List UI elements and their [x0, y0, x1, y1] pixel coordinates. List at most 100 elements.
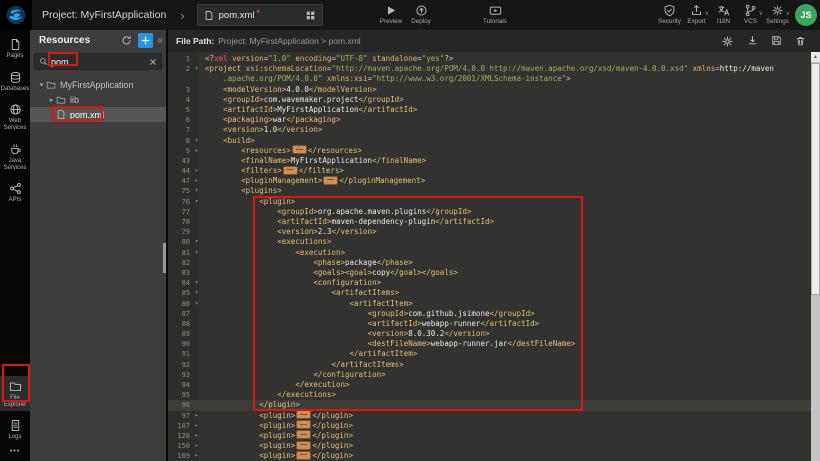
- folded-code-badge[interactable]: [296, 430, 311, 439]
- code-line-2[interactable]: 2▾<project xsi:schemaLocation="http://ma…: [168, 64, 811, 74]
- fold-closed-icon[interactable]: ▸: [192, 146, 201, 156]
- fold-open-icon[interactable]: ▾: [192, 237, 201, 247]
- caret-closed-icon[interactable]: ▸: [47, 96, 56, 104]
- more-options-button[interactable]: •••: [10, 448, 20, 455]
- preview-button[interactable]: Preview: [376, 3, 406, 25]
- fold-open-icon[interactable]: ▾: [192, 288, 201, 298]
- code-line-9[interactable]: 9▸ <resources></resources>: [168, 146, 811, 156]
- folded-code-badge[interactable]: [296, 420, 311, 429]
- code-line-79[interactable]: 79 <version>2.3</version>: [168, 227, 811, 237]
- code-line-77[interactable]: 77 <groupId>org.apache.maven.plugins</gr…: [168, 207, 811, 217]
- code-line-95[interactable]: 95 </executions>: [168, 390, 811, 400]
- add-resource-button[interactable]: [138, 33, 153, 48]
- vcs-button[interactable]: ∨VCS: [737, 3, 764, 25]
- code-line-107[interactable]: 107▸ <plugin></plugin>: [168, 421, 811, 431]
- fold-open-icon[interactable]: ▾: [192, 136, 201, 146]
- fold-closed-icon[interactable]: ▸: [192, 411, 201, 421]
- code-area[interactable]: 1<?xml version="1.0" encoding="UTF-8" st…: [168, 52, 811, 461]
- editor-scrollbar[interactable]: ▲: [811, 52, 820, 461]
- chevron-down-icon[interactable]: ∨: [759, 11, 763, 17]
- code-line-97[interactable]: 97▸ <plugin></plugin>: [168, 411, 811, 421]
- code-line-7[interactable]: 7 <version>1.0</version>: [168, 125, 811, 135]
- caret-open-icon[interactable]: ▾: [37, 81, 46, 89]
- clear-search-icon[interactable]: [149, 58, 157, 66]
- scroll-up-icon[interactable]: ▲: [811, 52, 820, 62]
- folded-code-badge[interactable]: [292, 145, 307, 154]
- code-line-80[interactable]: 80▾ <executions>: [168, 237, 811, 247]
- code-line-83[interactable]: 83 <goals><goal>copy</goal></goals>: [168, 268, 811, 278]
- sidebar-item-pages[interactable]: Pages: [0, 34, 30, 63]
- fold-open-icon[interactable]: ▾: [192, 299, 201, 309]
- fold-closed-icon[interactable]: ▸: [192, 176, 201, 186]
- code-line-89[interactable]: 89 <version>8.0.30.2</version>: [168, 329, 811, 339]
- code-line-88[interactable]: 88 <artifactId>webapp-runner</artifactId…: [168, 319, 811, 329]
- deploy-button[interactable]: Deploy: [406, 3, 436, 25]
- grid-view-icon[interactable]: [305, 10, 316, 21]
- sidebar-item-apis[interactable]: APIs: [0, 178, 30, 207]
- export-button[interactable]: ∨Export: [683, 3, 710, 25]
- settings-icon[interactable]: [721, 35, 734, 48]
- save-icon[interactable]: [771, 35, 782, 48]
- resources-search-input[interactable]: pom: [34, 53, 162, 70]
- folded-code-badge[interactable]: [323, 176, 338, 185]
- panel-resize-handle[interactable]: [163, 243, 166, 273]
- code-line-5[interactable]: 5 <artifactId>MyFirstApplication</artifa…: [168, 105, 811, 115]
- code-line-78[interactable]: 78 <artifactId>maven-dependency-plugin</…: [168, 217, 811, 227]
- code-line-8[interactable]: 8▾ <build>: [168, 136, 811, 146]
- code-line-4[interactable]: 4 <groupId>com.wavemaker.project</groupI…: [168, 95, 811, 105]
- project-name[interactable]: Project: MyFirstApplication: [42, 9, 166, 21]
- code-line-47[interactable]: 47▸ <pluginManagement></pluginManagement…: [168, 176, 811, 186]
- code-line-3[interactable]: 3 <modelVersion>4.0.0</modelVersion>: [168, 85, 811, 95]
- folded-code-badge[interactable]: [296, 410, 311, 419]
- code-line-87[interactable]: 87 <groupId>com.github.jsimone</groupId>: [168, 309, 811, 319]
- code-line-81[interactable]: 81▾ <execution>: [168, 248, 811, 258]
- security-button[interactable]: Security: [656, 3, 683, 25]
- chevron-down-icon[interactable]: ∨: [786, 11, 790, 17]
- sidebar-item-file-explorer[interactable]: File Explorer: [0, 376, 30, 411]
- code-line-75[interactable]: 75▾ <plugins>: [168, 186, 811, 196]
- tab-pom-xml[interactable]: pom.xml *: [197, 4, 323, 26]
- code-line-93[interactable]: 93 </configuration>: [168, 370, 811, 380]
- delete-icon[interactable]: [795, 35, 806, 48]
- folded-code-badge[interactable]: [296, 441, 311, 450]
- tutorials-button[interactable]: Tutorials: [480, 3, 510, 25]
- folded-code-badge[interactable]: [296, 451, 311, 460]
- fold-open-icon[interactable]: ▾: [192, 64, 201, 74]
- user-avatar[interactable]: JS: [795, 4, 817, 26]
- fold-open-icon[interactable]: ▾: [192, 248, 201, 258]
- sidebar-item-databases[interactable]: Databases: [0, 67, 30, 96]
- fold-closed-icon[interactable]: ▸: [192, 421, 201, 431]
- code-line-150[interactable]: 150▸ <plugin></plugin>: [168, 441, 811, 451]
- code-line-90[interactable]: 90 <destFileName>webapp-runner.jar</dest…: [168, 339, 811, 349]
- fold-open-icon[interactable]: ▾: [192, 278, 201, 288]
- tree-item-myfirstapplication[interactable]: ▾MyFirstApplication: [30, 77, 166, 92]
- tree-item-pom-xml[interactable]: pom.xml: [30, 107, 166, 122]
- code-line-169[interactable]: 169▸ <plugin></plugin>: [168, 451, 811, 461]
- chevron-down-icon[interactable]: ∨: [705, 11, 709, 17]
- refresh-icon[interactable]: [121, 35, 132, 46]
- sidebar-item-java-services[interactable]: Java Services: [0, 139, 30, 174]
- fold-closed-icon[interactable]: ▸: [192, 451, 201, 461]
- code-line-82[interactable]: 82 <phase>package</phase>: [168, 258, 811, 268]
- fold-open-icon[interactable]: ▾: [192, 186, 201, 196]
- code-line-wrap[interactable]: .apache.org/POM/4.0.0" xmlns:xsi="http:/…: [168, 74, 811, 84]
- scrollbar-thumb[interactable]: [811, 63, 820, 295]
- code-line-86[interactable]: 86▾ <artifactItem>: [168, 299, 811, 309]
- fold-closed-icon[interactable]: ▸: [192, 441, 201, 451]
- sidebar-item-web-services[interactable]: Web Services: [0, 99, 30, 134]
- download-icon[interactable]: [747, 35, 758, 48]
- code-line-92[interactable]: 92 </artifactItems>: [168, 360, 811, 370]
- fold-closed-icon[interactable]: ▸: [192, 431, 201, 441]
- code-line-6[interactable]: 6 <packaging>war</packaging>: [168, 115, 811, 125]
- code-line-44[interactable]: 44▸ <filters></filters>: [168, 166, 811, 176]
- code-line-96[interactable]: 96 </plugin>: [168, 400, 811, 410]
- app-logo[interactable]: [0, 0, 32, 30]
- i18n-button[interactable]: I18N: [710, 3, 737, 25]
- code-line-43[interactable]: 43 <finalName>MyFirstApplication</finalN…: [168, 156, 811, 166]
- code-line-1[interactable]: 1<?xml version="1.0" encoding="UTF-8" st…: [168, 54, 811, 64]
- collapse-panel-icon[interactable]: «: [157, 36, 163, 46]
- tree-item-lib[interactable]: ▸lib: [30, 92, 166, 107]
- code-line-128[interactable]: 128▸ <plugin></plugin>: [168, 431, 811, 441]
- code-line-94[interactable]: 94 </execution>: [168, 380, 811, 390]
- code-line-76[interactable]: 76▾ <plugin>: [168, 197, 811, 207]
